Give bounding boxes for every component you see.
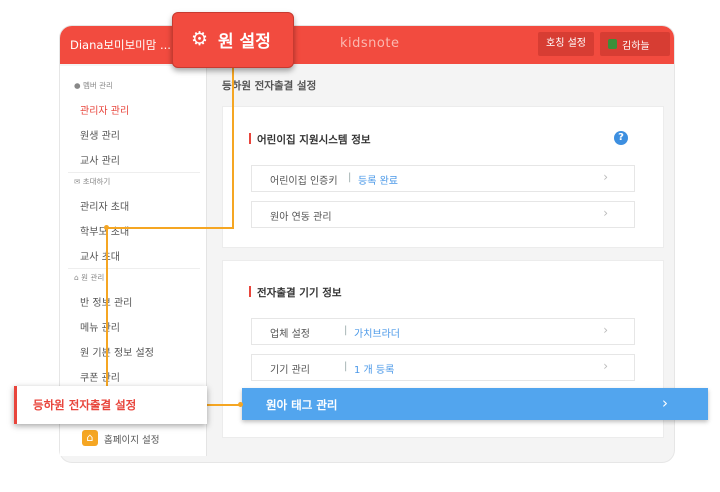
connector-line: [232, 66, 234, 228]
chevron-right-icon: ›: [603, 323, 608, 337]
sidebar-section-invite: ✉ 초대하기: [74, 177, 111, 186]
section-title: 어린이집 지원시스템 정보: [249, 132, 371, 147]
divider: [68, 268, 200, 269]
device-manage-row[interactable]: 기기 관리 | 1 개 등록 ›: [251, 354, 635, 381]
sidebar-item-basic-info[interactable]: 원 기본 정보 설정: [80, 344, 154, 359]
sidebar-item-coupon[interactable]: 쿠폰 관리: [80, 369, 120, 384]
sidebar-item-menu-manage[interactable]: 메뉴 관리: [80, 319, 120, 334]
accent-bar: [249, 286, 251, 297]
sidebar-item-student-manage[interactable]: 원생 관리: [80, 127, 120, 142]
vendor-value: 가치브라더: [354, 329, 400, 340]
auth-key-row[interactable]: 어린이집 인증키 | 등록 완료 ›: [251, 165, 635, 192]
connector-line: [106, 227, 108, 387]
connector-dot: [238, 402, 243, 407]
kinder-settings-callout[interactable]: ⚙ 원 설정: [172, 12, 294, 68]
account-name[interactable]: Diana보미보미맘 ...: [70, 37, 171, 53]
connector-line: [106, 227, 234, 229]
device-count: 1 개 등록: [354, 365, 395, 376]
user-avatar-icon: [608, 39, 617, 49]
person-icon: ●: [74, 81, 81, 90]
sidebar-section-members: ● 멤버 관리: [74, 81, 113, 90]
child-tag-manage-row[interactable]: 원아 태그 관리 ›: [242, 388, 708, 420]
gear-icon: ⚙: [191, 28, 209, 50]
page-title: 등하원 전자출결 설정: [222, 80, 317, 92]
vendor-row[interactable]: 업체 설정 | 가치브라더 ›: [251, 318, 635, 345]
user-menu[interactable]: 김하늘: [600, 32, 670, 56]
sidebar-item-admin-invite[interactable]: 관리자 초대: [80, 198, 129, 213]
section-title: 전자출결 기기 정보: [249, 285, 342, 300]
accent-bar: [249, 133, 251, 144]
help-icon[interactable]: ?: [614, 131, 628, 145]
title-setting-button[interactable]: 호칭 설정: [538, 32, 594, 56]
sidebar-section-kinder: ⌂ 원 관리: [74, 273, 105, 282]
child-sync-row[interactable]: 원아 연동 관리 ›: [251, 201, 635, 228]
kidsnote-logo[interactable]: kidsnote: [340, 36, 399, 51]
attendance-setting-callout[interactable]: 등하원 전자출결 설정: [14, 386, 207, 424]
divider: [68, 172, 200, 173]
sidebar-item-teacher-manage[interactable]: 교사 관리: [80, 152, 120, 167]
support-system-card: 어린이집 지원시스템 정보 어린이집 인증키 | 등록 완료 › 원아 연동 관…: [222, 106, 664, 248]
house-icon: ⌂: [82, 430, 98, 446]
chevron-right-icon: ›: [603, 170, 608, 184]
connector-dot: [104, 225, 109, 230]
top-bar: Diana보미보미맘 ... kidsnote 호칭 설정 김하늘: [60, 26, 674, 64]
user-name: 김하늘: [622, 41, 650, 52]
sidebar-item-teacher-invite[interactable]: 교사 초대: [80, 248, 120, 263]
auth-status: 등록 완료: [358, 176, 398, 187]
mail-icon: ✉: [74, 177, 81, 186]
home-icon: ⌂: [74, 273, 79, 282]
chevron-right-icon: ›: [603, 206, 608, 220]
chevron-right-icon: ›: [603, 359, 608, 373]
sidebar-item-admin-manage[interactable]: 관리자 관리: [80, 102, 129, 117]
chevron-right-icon: ›: [662, 394, 668, 412]
